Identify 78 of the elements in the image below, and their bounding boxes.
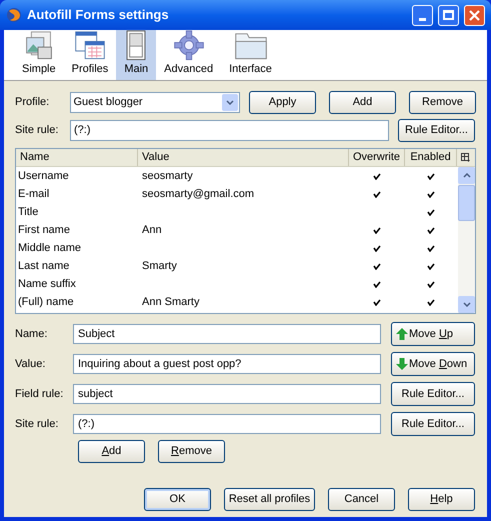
dialog-button[interactable]: Cancel (328, 488, 395, 511)
toolbar-tab[interactable]: Interface (221, 30, 280, 80)
field-label: Value: (15, 356, 46, 372)
table-cell-text: Ann Smarty (141, 294, 200, 310)
table-cell-text: seosmarty (141, 168, 194, 184)
rule-editor-button[interactable]: Rule Editor... (398, 118, 475, 142)
table-cell-text: Middle name (17, 240, 82, 256)
entry-button[interactable]: Remove (158, 440, 225, 463)
checkmark-icon (373, 172, 381, 180)
dialog-button[interactable]: Help (408, 488, 475, 511)
checkmark-icon (373, 262, 381, 270)
maximize-button[interactable] (438, 4, 459, 26)
column-header[interactable]: Name (16, 149, 138, 166)
checkmark-icon (427, 190, 435, 198)
table-cell-text: Title (17, 204, 40, 220)
checkmark-icon (427, 226, 435, 234)
profile-button[interactable]: Add (329, 90, 396, 114)
checkmark-icon (373, 298, 381, 306)
minimize-button[interactable] (412, 4, 433, 26)
checkmark-icon (427, 244, 435, 252)
profile-button[interactable]: Remove (409, 90, 476, 114)
field-label: Field rule: (15, 386, 64, 402)
checkmark-icon (373, 226, 381, 234)
input-field[interactable]: Inquiring about a guest post opp? (73, 354, 381, 374)
site-rule-field[interactable]: (?:) (70, 120, 389, 140)
down-arrow-icon (396, 358, 408, 370)
site-rule-label: Site rule: (15, 122, 60, 138)
profile-button[interactable]: Apply (249, 90, 316, 114)
table-cell-text: Smarty (141, 258, 178, 274)
scroll-up-icon[interactable] (458, 167, 475, 184)
scroll-thumb[interactable] (458, 185, 475, 221)
toolbar-tab[interactable]: Simple (14, 30, 64, 80)
column-header[interactable]: Overwrite (349, 149, 405, 166)
table-cell-text: seosmarty@gmail.com (141, 186, 256, 202)
field-label: Name: (15, 326, 48, 342)
dialog-button[interactable]: OK (144, 488, 211, 511)
field-button[interactable]: Rule Editor... (391, 412, 475, 436)
scrollbar[interactable] (458, 167, 475, 313)
table-cell-text: First name (17, 222, 71, 238)
dialog-button[interactable]: Reset all profiles (224, 488, 315, 511)
close-button[interactable] (464, 4, 485, 26)
table-cell-text: Ann (141, 222, 163, 238)
fox-globe-icon (6, 7, 22, 23)
table-cell-text: Name suffix (17, 276, 77, 292)
input-field[interactable]: Subject (73, 324, 381, 344)
maximize-icon (443, 10, 454, 20)
field-button[interactable]: Move Up (391, 322, 475, 346)
toolbar-tab[interactable]: Main (116, 30, 156, 80)
field-button[interactable]: Rule Editor... (391, 382, 475, 406)
close-icon (469, 10, 480, 20)
checkmark-icon (373, 280, 381, 288)
checkmark-icon (373, 190, 381, 198)
scroll-down-icon[interactable] (458, 296, 475, 313)
table-cell-text: E-mail (17, 186, 50, 202)
column-header[interactable]: Value (138, 149, 349, 166)
column-header[interactable]: Enabled (405, 149, 457, 166)
field-label: Site rule: (15, 416, 60, 432)
profile-dropdown[interactable]: Guest blogger (70, 92, 240, 112)
checkmark-icon (427, 262, 435, 270)
checkmark-icon (427, 172, 435, 180)
up-arrow-icon (396, 328, 408, 340)
checkmark-icon (427, 298, 435, 306)
entry-button[interactable]: Add (78, 440, 145, 463)
field-button[interactable]: Move Down (391, 352, 475, 376)
minimize-icon (419, 18, 426, 20)
table-cell-text: (Full) name (17, 294, 75, 310)
switch-icon (125, 30, 148, 60)
window-title: Autofill Forms settings (27, 6, 170, 24)
input-field[interactable]: subject (73, 384, 381, 404)
table-cell-text: Last name (17, 258, 70, 274)
toolbar-tab[interactable]: Advanced (156, 30, 222, 80)
input-field[interactable]: (?:) (73, 414, 381, 434)
profile-label: Profile: (15, 94, 50, 110)
checkmark-icon (373, 244, 381, 252)
toolbar-tab[interactable]: Profiles (64, 30, 116, 80)
checkmark-icon (427, 280, 435, 288)
table-cell-text: Username (17, 168, 70, 184)
checkmark-icon (427, 208, 435, 216)
